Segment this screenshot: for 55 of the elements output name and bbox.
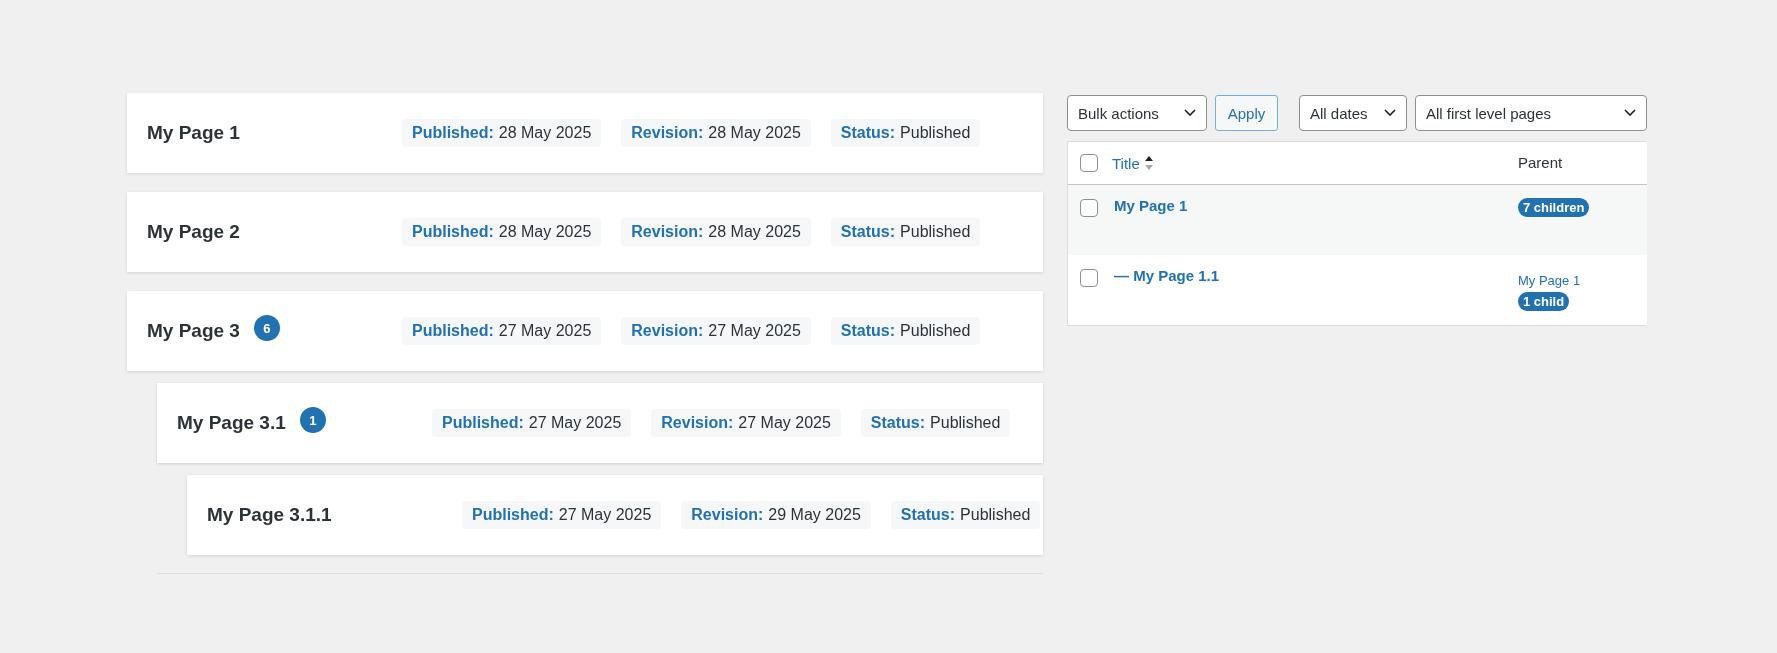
meta-value: 27 May 2025 — [558, 506, 652, 524]
page-title: My Page 3 — [147, 320, 240, 342]
meta-label: Status: — [840, 322, 896, 340]
meta-value: Published — [930, 414, 1001, 432]
meta-value: 28 May 2025 — [498, 124, 592, 142]
apply-button[interactable]: Apply — [1215, 95, 1278, 131]
meta-value: 27 May 2025 — [528, 414, 622, 432]
page-title-link[interactable]: — My Page 1.1 — [1114, 267, 1220, 284]
child-count-badge: 6 — [253, 315, 280, 341]
meta-label: Published: — [412, 223, 494, 241]
chevron-down-icon — [1184, 109, 1196, 117]
page-title-link[interactable]: My Page 1 — [1114, 197, 1188, 214]
date-filter-dropdown[interactable]: All dates — [1299, 95, 1407, 131]
page-title: My Page 2 — [147, 221, 240, 243]
meta-value: 28 May 2025 — [498, 223, 592, 241]
meta-label: Revision: — [661, 414, 734, 432]
meta-value: 29 May 2025 — [768, 506, 861, 524]
meta-value: 27 May 2025 — [738, 414, 831, 432]
meta-value: Published — [900, 223, 971, 241]
page-title: My Page 1 — [147, 122, 240, 144]
meta-value: Published — [900, 124, 971, 142]
parent-filter-dropdown[interactable]: All first level pages — [1415, 95, 1647, 131]
checkbox[interactable] — [1080, 154, 1098, 172]
meta-value: Published — [960, 506, 1031, 524]
meta-value: 27 May 2025 — [708, 322, 801, 340]
meta-label: Revision: — [631, 223, 704, 241]
bulk-actions-dropdown[interactable]: Bulk actions — [1067, 95, 1207, 131]
column-header: Parent — [1518, 154, 1563, 171]
meta-value: 28 May 2025 — [708, 124, 801, 142]
meta-label: Published: — [472, 506, 554, 524]
meta-label: Revision: — [691, 506, 764, 524]
page-title: My Page 3.1.1 — [207, 504, 332, 526]
page-title: My Page 3.1 — [177, 412, 286, 434]
meta-label: Status: — [870, 414, 926, 432]
checkbox[interactable] — [1080, 199, 1098, 217]
column-header[interactable]: Title — [1112, 154, 1140, 172]
meta-label: Published: — [412, 322, 494, 340]
sort-icon[interactable] — [1143, 155, 1154, 171]
child-count-badge: 1 — [299, 407, 326, 433]
meta-label: Revision: — [631, 124, 704, 142]
meta-value: Published — [900, 322, 971, 340]
checkbox[interactable] — [1080, 269, 1098, 287]
chevron-down-icon — [1384, 109, 1396, 117]
meta-label: Revision: — [631, 322, 704, 340]
meta-label: Published: — [442, 414, 524, 432]
meta-label: Status: — [900, 506, 956, 524]
chevron-down-icon — [1624, 109, 1636, 117]
children-count-badge: 7 children — [1518, 198, 1590, 217]
meta-value: 28 May 2025 — [708, 223, 801, 241]
meta-label: Status: — [840, 124, 896, 142]
children-count-badge: 1 child — [1518, 292, 1570, 311]
meta-label: Status: — [840, 223, 896, 241]
meta-value: 27 May 2025 — [498, 322, 592, 340]
parent-link[interactable]: My Page 1 — [1518, 273, 1581, 288]
meta-label: Published: — [412, 124, 494, 142]
